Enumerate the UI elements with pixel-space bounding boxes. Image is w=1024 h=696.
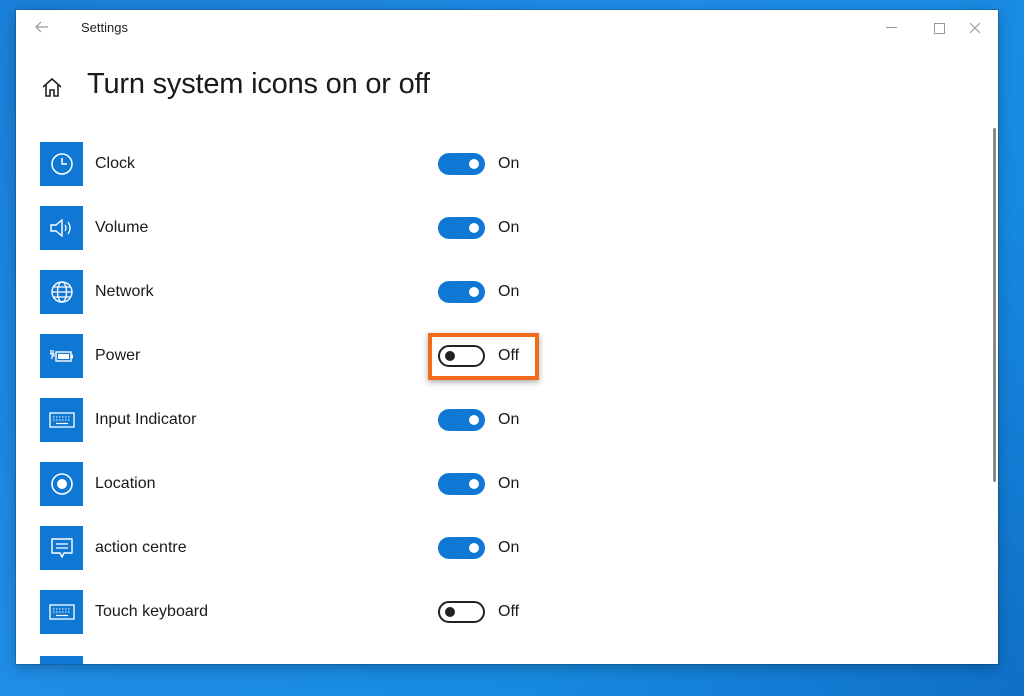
battery-icon — [40, 334, 83, 378]
list-item-touch-keyboard: Touch keyboard Off — [40, 590, 640, 634]
item-label: Power — [95, 347, 141, 364]
toggle-knob — [469, 287, 479, 297]
window-title: Settings — [81, 20, 128, 35]
toggle-knob — [469, 543, 479, 553]
item-label: Input Indicator — [95, 411, 197, 428]
list-item-location: Location On — [40, 462, 640, 506]
list-item-clock: Clock On — [40, 142, 640, 186]
toggle-knob — [469, 415, 479, 425]
item-label: action centre — [95, 539, 187, 556]
title-bar: Settings — [16, 10, 998, 44]
touch-keyboard-toggle[interactable] — [438, 601, 485, 623]
network-globe-icon — [40, 270, 83, 314]
back-button[interactable] — [30, 16, 54, 38]
toggle-state: On — [498, 155, 520, 172]
minimize-icon — [885, 27, 897, 28]
item-label: Network — [95, 283, 154, 300]
location-icon — [40, 462, 83, 506]
toggle-state: On — [498, 283, 520, 300]
toggle-state: Off — [498, 603, 520, 620]
close-button[interactable] — [952, 14, 998, 42]
list-item-input-indicator: Input Indicator On — [40, 398, 640, 442]
volume-icon — [40, 206, 83, 250]
network-toggle[interactable] — [438, 281, 485, 303]
action-centre-toggle[interactable] — [438, 537, 485, 559]
volume-toggle[interactable] — [438, 217, 485, 239]
location-toggle[interactable] — [438, 473, 485, 495]
input-indicator-toggle[interactable] — [438, 409, 485, 431]
power-toggle-highlight-box — [428, 333, 539, 380]
maximize-icon — [933, 22, 945, 34]
clock-toggle[interactable] — [438, 153, 485, 175]
minimize-button[interactable] — [868, 14, 914, 42]
toggle-state: On — [498, 219, 520, 236]
list-item-power: Power Off — [40, 334, 640, 378]
toggle-knob — [469, 223, 479, 233]
action-centre-icon — [40, 526, 83, 570]
toggle-knob — [445, 607, 455, 617]
list-item-volume: Volume On — [40, 206, 640, 250]
keyboard-icon — [40, 398, 83, 442]
page-title: Turn system icons on or off — [87, 68, 430, 100]
toggle-knob — [469, 159, 479, 169]
scrollbar[interactable] — [993, 128, 996, 482]
toggle-knob — [469, 479, 479, 489]
home-icon[interactable] — [40, 76, 64, 100]
close-icon — [969, 22, 981, 34]
back-arrow-icon — [35, 21, 48, 33]
item-label: Location — [95, 475, 156, 492]
toggle-state: On — [498, 411, 520, 428]
list-item-network: Network On — [40, 270, 640, 314]
item-label: Clock — [95, 155, 136, 172]
next-item-icon — [40, 656, 83, 664]
item-label: Touch keyboard — [95, 603, 208, 620]
toggle-state: On — [498, 475, 520, 492]
item-label: Volume — [95, 219, 149, 236]
keyboard-icon — [40, 590, 83, 634]
list-item-action-centre: action centre On — [40, 526, 640, 570]
settings-window: Settings Turn system icons on or off Clo… — [16, 10, 998, 664]
clock-icon — [40, 142, 83, 186]
toggle-state: On — [498, 539, 520, 556]
